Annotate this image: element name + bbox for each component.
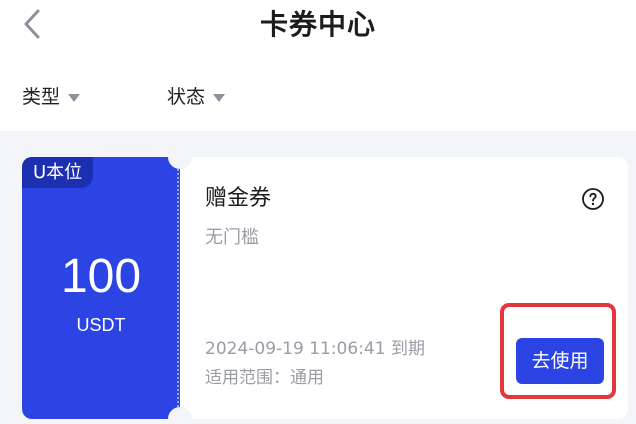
coupon-name: 赠金券 (205, 186, 272, 211)
page-title: 卡券中心 (259, 8, 376, 41)
ticket-notch-bottom (168, 407, 192, 424)
question-circle-icon[interactable] (581, 187, 605, 211)
coupon-detail-panel: 赠金券 无门槛 2024-09-19 11:06:41 到期 适用范围：通用 去… (180, 157, 628, 419)
filter-type[interactable]: 类型 (22, 80, 81, 114)
coupon-threshold: 无门槛 (205, 227, 259, 248)
caret-down-icon (213, 94, 226, 102)
filter-type-label: 类型 (22, 86, 61, 108)
perforation-divider (177, 169, 179, 407)
filter-status[interactable]: 状态 (167, 80, 226, 114)
coupon-card: U本位 100 USDT 赠金券 无门槛 2024-09-19 11:06:41… (22, 145, 628, 424)
use-coupon-button[interactable]: 去使用 (516, 338, 604, 384)
coupon-amount: 100 (60, 250, 142, 303)
filter-status-label: 状态 (167, 86, 206, 108)
coupon-expiry: 2024-09-19 11:06:41 到期 (205, 339, 425, 359)
coupon-currency: USDT (76, 315, 126, 335)
header: 卡券中心 (0, 0, 636, 56)
coupon-type-tag: U本位 (22, 157, 94, 188)
coupon-scope: 适用范围：通用 (205, 368, 324, 388)
ticket-notch-top (168, 145, 192, 169)
coupon-value-panel: U本位 100 USDT (22, 157, 180, 419)
filter-bar: 类型 状态 (0, 80, 636, 116)
caret-down-icon (68, 94, 81, 102)
